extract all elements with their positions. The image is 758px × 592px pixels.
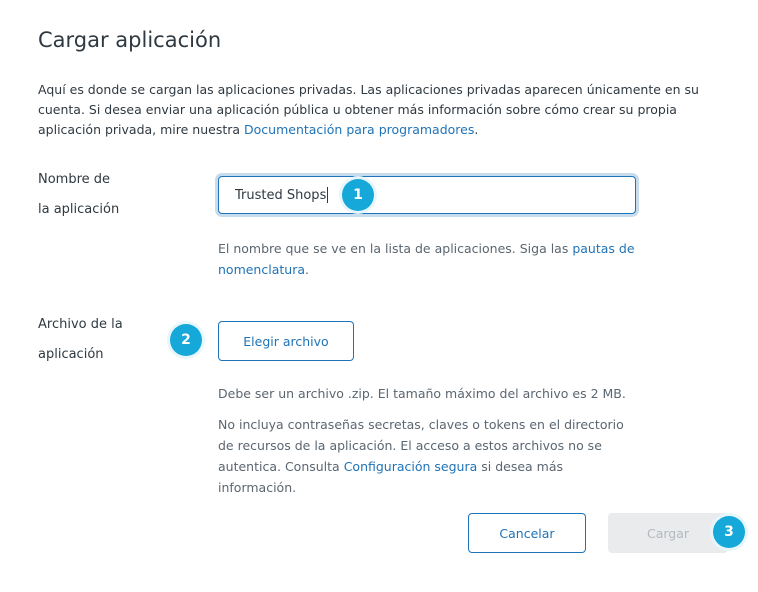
app-name-input[interactable]: Trusted Shops [218,176,636,214]
text-caret [327,187,329,203]
app-file-label: Archivo de la aplicación [38,310,138,370]
choose-file-button[interactable]: Elegir archivo [218,321,354,361]
callout-badge-1: 1 [342,179,374,211]
app-name-hint-text: El nombre que se ve en la lista de aplic… [218,241,573,256]
file-size-hint: Debe ser un archivo .zip. El tamaño máxi… [218,386,626,401]
dialog-title: Cargar aplicación [38,28,222,52]
upload-button[interactable]: Cargar [608,513,728,553]
app-name-hint-end: . [305,262,309,277]
intro-end: . [474,122,479,137]
app-name-value: Trusted Shops [235,187,327,203]
cancel-button[interactable]: Cancelar [468,513,586,553]
callout-badge-2: 2 [170,324,202,356]
intro-paragraph: Aquí es donde se cargan las aplicaciones… [38,80,728,140]
callout-badge-3: 3 [713,516,745,548]
app-name-hint: El nombre que se ve en la lista de aplic… [218,238,638,280]
secure-settings-link[interactable]: Configuración segura [344,459,478,474]
app-name-label-line1: Nombre de [38,172,111,187]
file-security-hint: No incluya contraseñas secretas, claves … [218,414,638,498]
app-file-label-line2: aplicación [38,347,104,362]
app-name-label-line2: la aplicación [38,202,120,217]
developer-docs-link[interactable]: Documentación para programadores [244,122,474,137]
app-file-label-line1: Archivo de la [38,317,123,332]
app-name-label: Nombre de la aplicación [38,165,138,225]
